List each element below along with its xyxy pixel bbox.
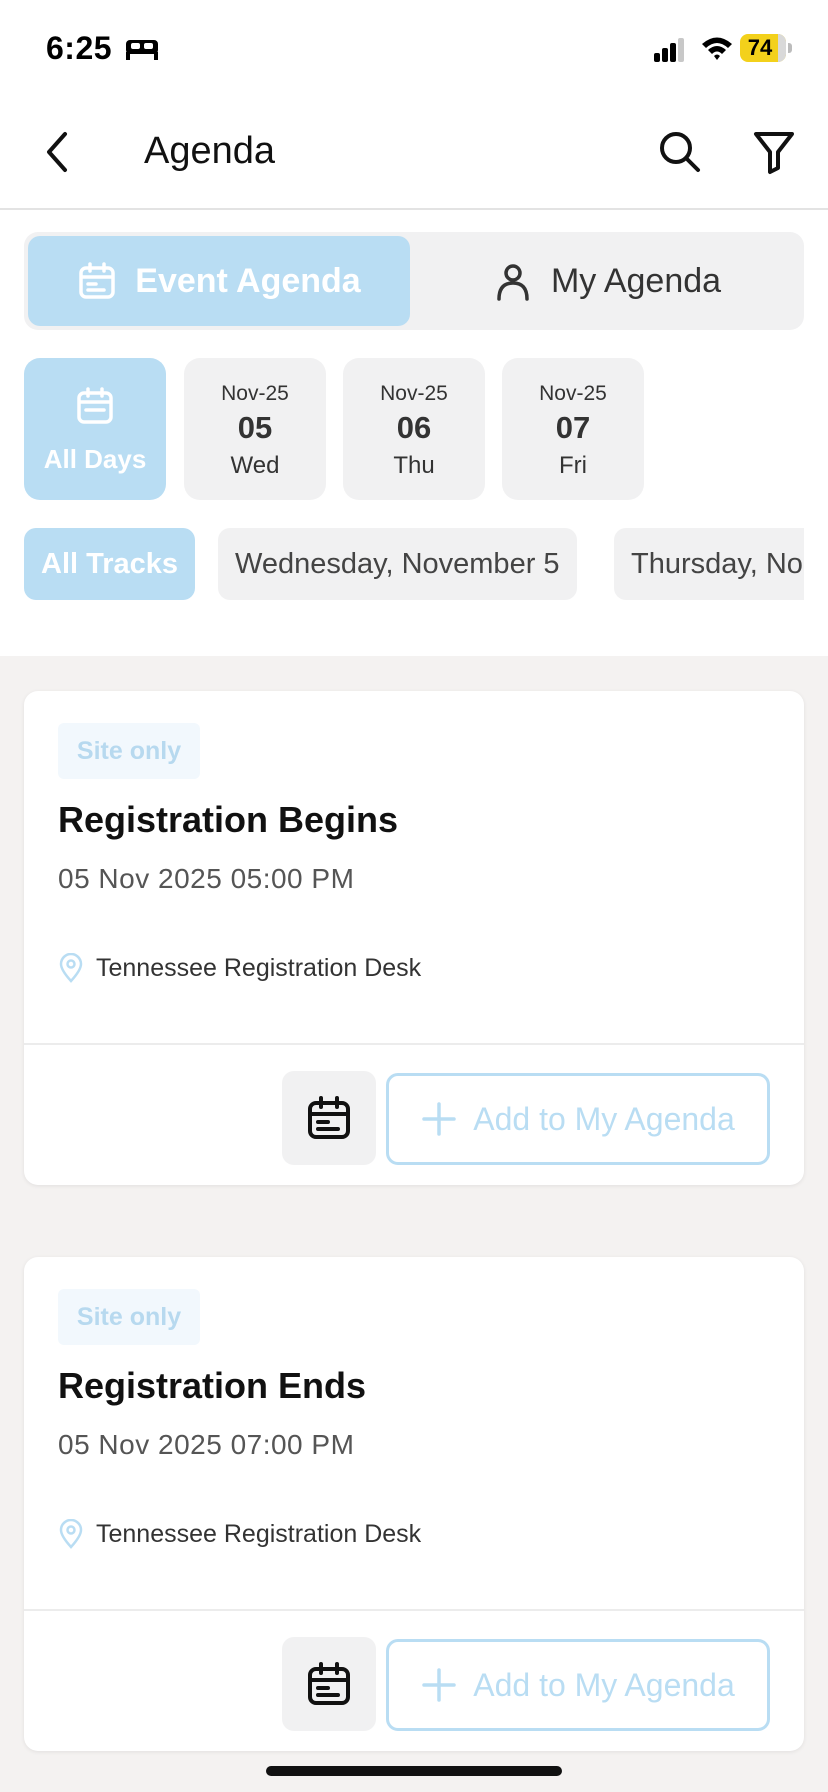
calendar-icon <box>308 1096 350 1139</box>
session-datetime: 05 Nov 2025 07:00 PM <box>58 1429 355 1460</box>
day-month: Nov-25 <box>380 382 448 405</box>
site-only-badge: Site only <box>58 723 200 779</box>
day-weekday: Fri <box>559 452 587 479</box>
search-button[interactable] <box>656 128 704 176</box>
top-panel: 6:25 74 Agenda Event Agenda My Agenda Al… <box>0 0 828 656</box>
tab-event-agenda[interactable]: Event Agenda <box>28 236 410 326</box>
session-card[interactable]: Site only Registration Begins 05 Nov 202… <box>24 691 804 1185</box>
session-card[interactable]: Site only Registration Ends 05 Nov 2025 … <box>24 1257 804 1751</box>
calendar-icon <box>77 387 113 424</box>
add-to-calendar-button[interactable] <box>282 1637 376 1731</box>
day-all-days[interactable]: All Days <box>24 358 166 500</box>
status-time: 6:25 <box>46 30 113 66</box>
tab-my-agenda-label: My Agenda <box>550 261 722 300</box>
page-title: Agenda <box>144 130 276 172</box>
battery-level: 74 <box>747 35 773 60</box>
add-to-my-agenda-button[interactable]: Add to My Agenda <box>386 1073 770 1165</box>
track-chip[interactable]: Thursday, No <box>614 528 804 600</box>
home-indicator <box>266 1766 562 1776</box>
day-weekday: Wed <box>230 452 280 479</box>
session-location: Tennessee Registration Desk <box>96 1520 422 1548</box>
battery-indicator: 74 <box>740 34 792 62</box>
session-title: Registration Ends <box>58 1365 367 1406</box>
day-month: Nov-25 <box>221 382 289 405</box>
header-divider <box>0 208 828 210</box>
day-chip[interactable]: Nov-25 05 Wed <box>184 358 326 500</box>
filter-button[interactable] <box>750 128 798 176</box>
chevron-left-icon <box>47 132 67 172</box>
site-only-badge: Site only <box>58 1289 200 1345</box>
day-chip[interactable]: Nov-25 06 Thu <box>343 358 485 500</box>
session-title: Registration Begins <box>58 799 399 840</box>
track-filter-bar: All Tracks Wednesday, November 5 Thursda… <box>0 528 804 600</box>
day-number: 05 <box>237 410 273 445</box>
person-icon <box>497 264 529 301</box>
session-datetime: 05 Nov 2025 05:00 PM <box>58 863 355 894</box>
card-divider <box>24 1609 804 1611</box>
agenda-segmented-control: Event Agenda My Agenda <box>24 232 804 330</box>
add-to-my-agenda-label: Add to My Agenda <box>473 1666 735 1703</box>
location-pin-icon <box>59 1519 83 1549</box>
calendar-icon <box>308 1662 350 1705</box>
day-chip[interactable]: Nov-25 07 Fri <box>502 358 644 500</box>
card-divider <box>24 1043 804 1045</box>
plus-icon <box>422 1102 456 1136</box>
day-number: 07 <box>555 410 591 445</box>
add-to-calendar-button[interactable] <box>282 1071 376 1165</box>
calendar-icon <box>79 262 116 299</box>
plus-icon <box>422 1668 456 1702</box>
back-button[interactable] <box>38 128 76 176</box>
bed-icon <box>126 40 158 60</box>
track-chip-all[interactable]: All Tracks <box>24 528 196 600</box>
wifi-icon <box>702 37 732 60</box>
track-chip[interactable]: Wednesday, November 5 <box>218 528 577 600</box>
add-to-my-agenda-button[interactable]: Add to My Agenda <box>386 1639 770 1731</box>
add-to-my-agenda-label: Add to My Agenda <box>473 1100 735 1137</box>
search-icon <box>660 132 700 172</box>
day-number: 06 <box>396 410 432 445</box>
day-month: Nov-25 <box>539 382 607 405</box>
session-location: Tennessee Registration Desk <box>96 954 422 982</box>
cellular-signal-icon <box>654 38 684 62</box>
all-days-label: All Days <box>43 444 147 474</box>
filter-icon <box>754 132 794 174</box>
day-weekday: Thu <box>393 452 435 479</box>
tab-event-agenda-label: Event Agenda <box>135 261 361 300</box>
tab-my-agenda[interactable]: My Agenda <box>414 236 800 326</box>
location-pin-icon <box>59 953 83 983</box>
